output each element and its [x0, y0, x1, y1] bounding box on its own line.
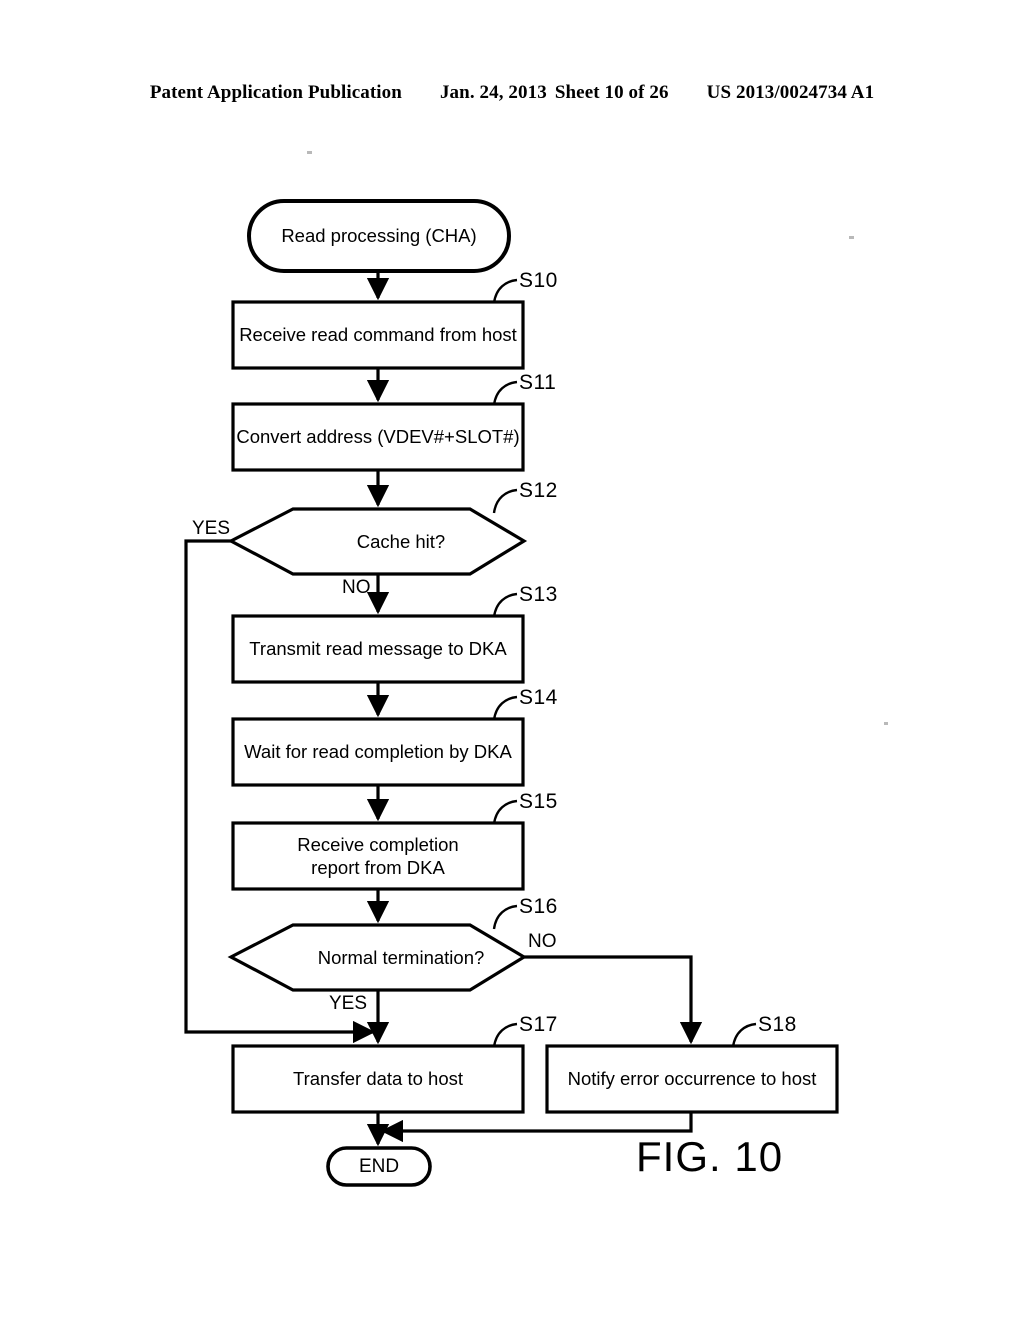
step-s15-shape — [231, 821, 525, 891]
step-s14-shape — [231, 717, 525, 787]
branch-label-s16-yes: YES — [329, 993, 368, 1014]
step-s18-shape — [545, 1044, 839, 1114]
step-number-s11: S11 — [519, 371, 557, 394]
leader-s11 — [492, 380, 518, 406]
patent-page: Patent Application Publication Jan. 24, … — [0, 0, 1024, 1320]
step-s16-shape — [227, 923, 528, 992]
branch-label-s12-yes: YES — [192, 518, 231, 539]
end-terminator-shape — [326, 1146, 432, 1187]
leader-s13 — [492, 592, 518, 618]
figure-caption: FIG. 10 — [636, 1133, 784, 1180]
step-s17-shape — [231, 1044, 525, 1114]
step-s13-shape — [231, 614, 525, 684]
step-number-s16: S16 — [519, 895, 558, 918]
step-s12-shape — [227, 507, 528, 576]
branch-label-s16-no: NO — [528, 931, 557, 952]
connector-s18-to-end — [380, 1112, 693, 1143]
step-s10-shape — [231, 300, 525, 370]
leader-s10 — [492, 278, 518, 304]
flowchart-diagram — [184, 199, 839, 1187]
start-terminator-shape — [247, 199, 511, 273]
step-number-s12: S12 — [519, 479, 558, 502]
step-number-s18: S18 — [758, 1013, 797, 1036]
step-s11-shape — [231, 402, 525, 472]
leader-s14 — [492, 695, 518, 721]
leader-s16 — [492, 904, 518, 930]
step-number-s15: S15 — [519, 790, 558, 813]
step-number-s10: S10 — [519, 269, 558, 292]
step-number-s17: S17 — [519, 1013, 558, 1036]
leader-s12 — [492, 488, 518, 514]
step-number-s14: S14 — [519, 686, 558, 709]
leader-s17 — [492, 1022, 518, 1048]
step-number-s13: S13 — [519, 583, 558, 606]
leader-s15 — [492, 799, 518, 825]
leader-s18 — [731, 1022, 757, 1048]
branch-label-s12-no: NO — [342, 577, 371, 598]
